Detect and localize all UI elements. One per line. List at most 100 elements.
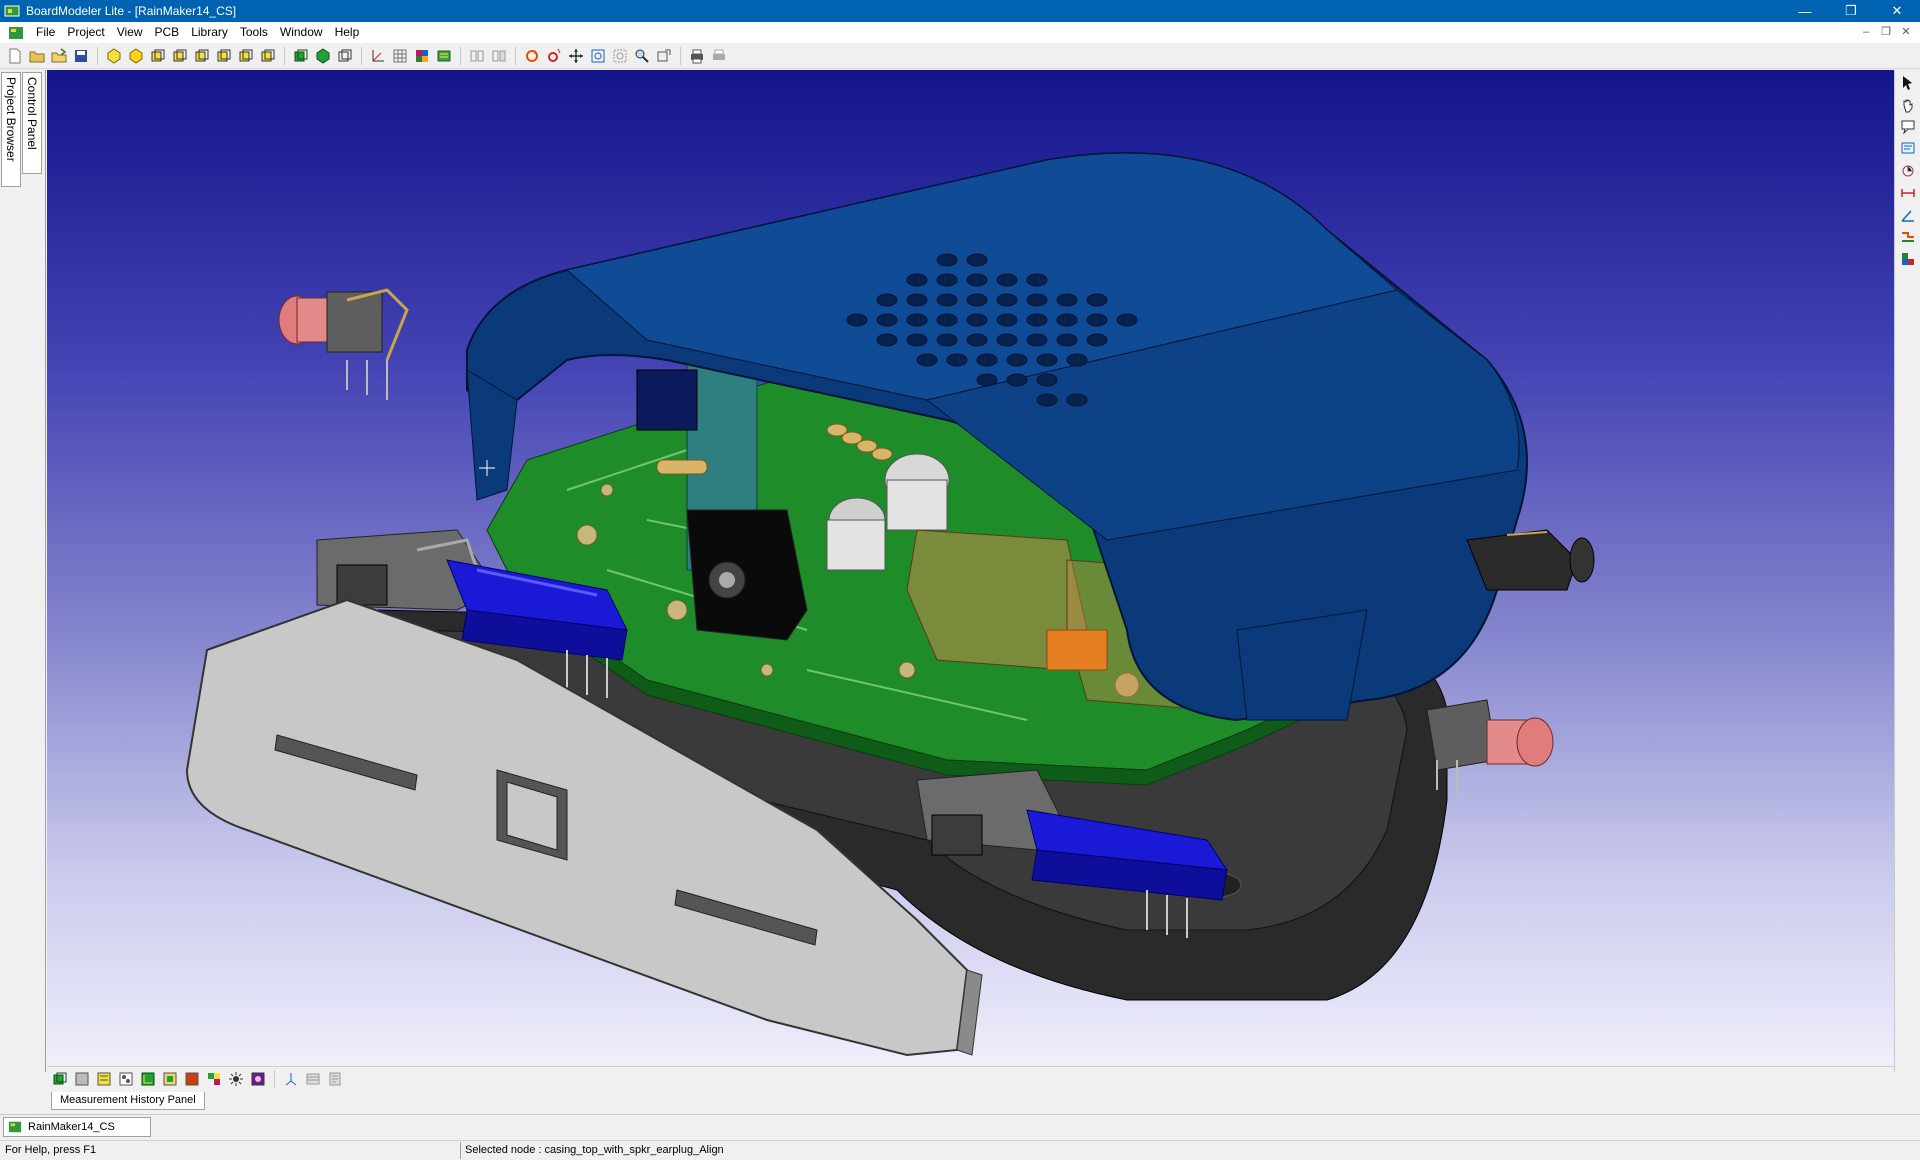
view-holes-icon[interactable] — [160, 1069, 180, 1089]
clearance-icon[interactable] — [1898, 227, 1918, 247]
menu-help[interactable]: Help — [329, 22, 366, 43]
view-top-icon[interactable] — [72, 1069, 92, 1089]
hand-pan-icon[interactable] — [1898, 95, 1918, 115]
component-yellow-2-icon[interactable] — [126, 46, 146, 66]
board-document-icon — [8, 1121, 22, 1133]
spin-icon[interactable] — [544, 46, 564, 66]
status-bar: For Help, press F1 Selected node : casin… — [0, 1140, 1920, 1160]
print-icon[interactable] — [687, 46, 707, 66]
tab-project-browser[interactable]: Project Browser — [1, 72, 21, 187]
color-layers-icon[interactable] — [1898, 249, 1918, 269]
component-yellow-6-icon[interactable] — [214, 46, 234, 66]
menu-library[interactable]: Library — [185, 22, 234, 43]
board-green-2-icon[interactable] — [313, 46, 333, 66]
toolbar-separator — [97, 46, 98, 65]
zoom-icon[interactable] — [632, 46, 652, 66]
document-tab-bar: RainMaker14_CS — [0, 1114, 1920, 1138]
compare-view-icon[interactable] — [489, 46, 509, 66]
measurement-panel-area: Measurement History Panel — [47, 1091, 1894, 1111]
menu-window[interactable]: Window — [274, 22, 329, 43]
component-yellow-5-icon[interactable] — [192, 46, 212, 66]
measure-tooltip-icon[interactable] — [1898, 117, 1918, 137]
dc-jack — [686, 509, 808, 641]
component-yellow-4-icon[interactable] — [170, 46, 190, 66]
toolbar-separator — [361, 46, 362, 65]
board-outline-icon[interactable] — [335, 46, 355, 66]
navy-block — [636, 369, 698, 431]
print-preview-icon[interactable] — [709, 46, 729, 66]
component-yellow-7-icon[interactable] — [236, 46, 256, 66]
pan-icon[interactable] — [566, 46, 586, 66]
left-dock: Project Browser Control Panel — [0, 70, 46, 1072]
toolbar-separator — [515, 46, 516, 65]
mdi-close-button[interactable]: ✕ — [1896, 22, 1916, 43]
view-components-icon[interactable] — [94, 1069, 114, 1089]
zoom-box-icon[interactable] — [610, 46, 630, 66]
menu-project[interactable]: Project — [61, 22, 110, 43]
mdi-minimize-button[interactable]: – — [1856, 22, 1876, 43]
document-tab-label: RainMaker14_CS — [28, 1121, 115, 1133]
export-icon[interactable] — [654, 46, 674, 66]
casing-leg — [1236, 609, 1368, 721]
right-toolbar — [1894, 70, 1920, 1072]
zoom-fit-icon[interactable] — [588, 46, 608, 66]
title-bar: BoardModeler Lite - [RainMaker14_CS] — ❐… — [0, 0, 1920, 22]
view-traces-icon[interactable] — [138, 1069, 158, 1089]
rotate-icon[interactable] — [522, 46, 542, 66]
toolbar-separator — [274, 1069, 275, 1088]
angle-icon[interactable] — [1898, 205, 1918, 225]
audio-jack-right — [1466, 529, 1595, 591]
tab-measurement-history[interactable]: Measurement History Panel — [51, 1092, 205, 1110]
tab-control-panel[interactable]: Control Panel — [22, 72, 42, 174]
view-table-icon[interactable] — [303, 1069, 323, 1089]
component-yellow-1-icon[interactable] — [104, 46, 124, 66]
view-nets-icon[interactable] — [204, 1069, 224, 1089]
view-report-icon[interactable] — [325, 1069, 345, 1089]
open-project-icon[interactable] — [49, 46, 69, 66]
restore-button[interactable]: ❐ — [1828, 0, 1874, 22]
toolbar-separator — [680, 46, 681, 65]
menu-file[interactable]: File — [30, 22, 61, 43]
save-icon[interactable] — [71, 46, 91, 66]
layers-icon[interactable] — [434, 46, 454, 66]
component-yellow-8-icon[interactable] — [258, 46, 278, 66]
window-title: BoardModeler Lite - [RainMaker14_CS] — [26, 4, 237, 18]
status-help-text: For Help, press F1 — [5, 1144, 97, 1156]
view-toolbar — [47, 1066, 1894, 1090]
component-yellow-3-icon[interactable] — [148, 46, 168, 66]
select-arrow-icon[interactable] — [1898, 73, 1918, 93]
status-selected-node: Selected node : casing_top_with_spkr_ear… — [460, 1142, 1910, 1159]
color-grid-icon[interactable] — [412, 46, 432, 66]
board-green-1-icon[interactable] — [291, 46, 311, 66]
view-pads-icon[interactable] — [116, 1069, 136, 1089]
split-view-icon[interactable] — [467, 46, 487, 66]
annotation-icon[interactable] — [1898, 139, 1918, 159]
menu-tools[interactable]: Tools — [234, 22, 274, 43]
axis-icon[interactable] — [368, 46, 388, 66]
distance-icon[interactable] — [1898, 161, 1918, 181]
dimension-icon[interactable] — [1898, 183, 1918, 203]
view-render-icon[interactable] — [248, 1069, 268, 1089]
document-icon[interactable] — [8, 25, 24, 41]
view-keepout-icon[interactable] — [182, 1069, 202, 1089]
grid-icon[interactable] — [390, 46, 410, 66]
new-file-icon[interactable] — [5, 46, 25, 66]
app-icon — [4, 5, 20, 17]
3d-model-render[interactable] — [47, 70, 1894, 1063]
3d-viewport[interactable] — [47, 70, 1894, 1063]
main-toolbar — [0, 43, 1920, 69]
menu-view[interactable]: View — [111, 22, 149, 43]
view-board-icon[interactable] — [50, 1069, 70, 1089]
close-button[interactable]: ✕ — [1874, 0, 1920, 22]
menu-bar: File Project View PCB Library Tools Wind… — [0, 22, 1920, 43]
earplug-jack-left — [278, 288, 409, 400]
document-tab[interactable]: RainMaker14_CS — [3, 1117, 151, 1137]
mdi-restore-button[interactable]: ❐ — [1876, 22, 1896, 43]
open-folder-icon[interactable] — [27, 46, 47, 66]
minimize-button[interactable]: — — [1782, 0, 1828, 22]
toolbar-separator — [284, 46, 285, 65]
view-light-icon[interactable] — [226, 1069, 246, 1089]
toolbar-separator — [460, 46, 461, 65]
menu-pcb[interactable]: PCB — [149, 22, 186, 43]
view-axis-icon[interactable] — [281, 1069, 301, 1089]
